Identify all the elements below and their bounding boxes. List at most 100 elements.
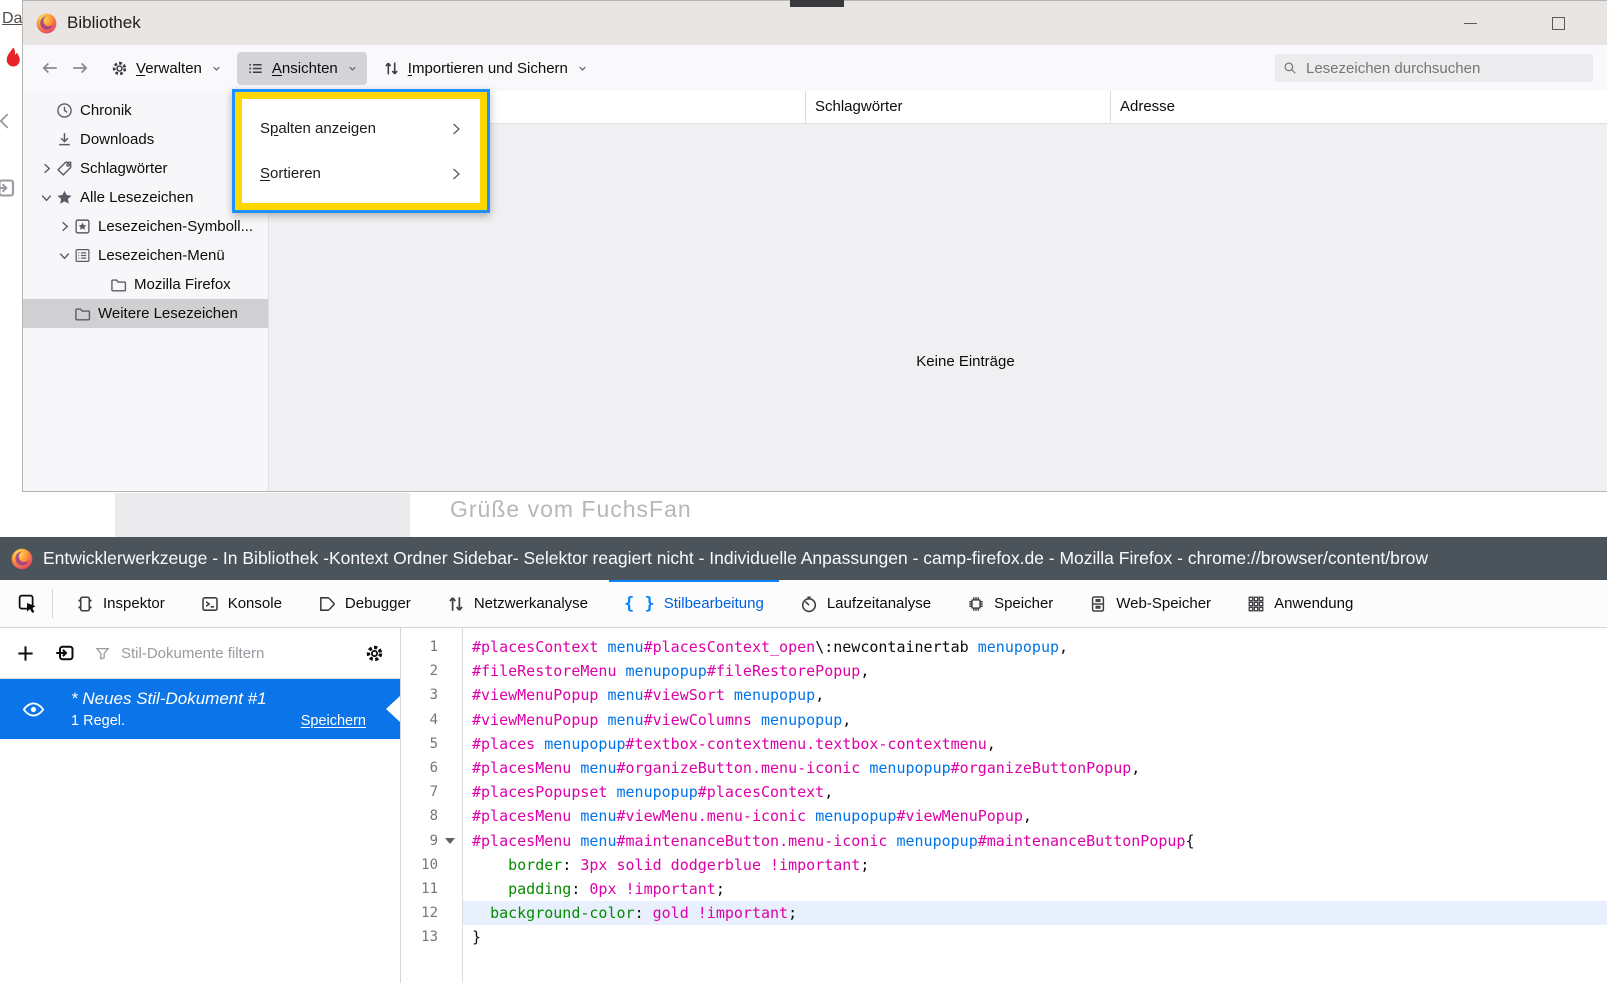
- css-source-editor[interactable]: 12345678910111213 #placesContext menu#pl…: [401, 628, 1607, 983]
- sidebar-item-weitere-lesezeichen[interactable]: Weitere Lesezeichen: [23, 299, 268, 328]
- line-number[interactable]: 1: [401, 635, 462, 659]
- code-line-6[interactable]: #placesMenu menu#organizeButton.menu-ico…: [463, 756, 1607, 780]
- chevron-down-icon: [348, 64, 357, 73]
- back-button[interactable]: [35, 59, 65, 77]
- column-separator[interactable]: [1110, 91, 1111, 123]
- code-line-11[interactable]: padding: 0px !important;: [463, 877, 1607, 901]
- import-export-arrows-icon: [383, 60, 400, 77]
- code-line-2[interactable]: #fileRestoreMenu menupopup#fileRestorePo…: [463, 659, 1607, 683]
- devtools-window-title: Entwicklerwerkzeuge - In Bibliothek -Kon…: [43, 548, 1428, 569]
- expander-spacer: [93, 277, 110, 293]
- tab-inspektor[interactable]: Inspektor: [61, 580, 180, 627]
- chevron-down-icon[interactable]: [39, 190, 56, 206]
- background-window-strip: [0, 0, 22, 537]
- chevron-down-icon[interactable]: [57, 248, 74, 264]
- code-line-12[interactable]: background-color: gold !important;: [463, 901, 1607, 925]
- line-number[interactable]: 2: [401, 659, 462, 683]
- line-number[interactable]: 10: [401, 853, 462, 877]
- column-separator[interactable]: [805, 91, 806, 123]
- stylesheet-filter-box[interactable]: [95, 644, 345, 663]
- chevron-right-icon[interactable]: [57, 219, 74, 235]
- line-number[interactable]: 4: [401, 708, 462, 732]
- line-number[interactable]: 6: [401, 756, 462, 780]
- tab-speicher[interactable]: Speicher: [952, 580, 1068, 627]
- tab-label: Web-Speicher: [1116, 595, 1211, 612]
- tag-icon: [56, 160, 73, 177]
- submenu-chevron-right-icon: [448, 166, 464, 182]
- menu-item-sort[interactable]: Sortieren: [242, 151, 480, 196]
- sidebar-item-lesezeichen-symboll-[interactable]: Lesezeichen-Symboll...: [23, 212, 268, 241]
- sidebar-item-label: Chronik: [80, 102, 132, 119]
- memory-icon: [967, 595, 985, 613]
- save-link[interactable]: Speichern: [301, 713, 366, 729]
- folder-icon: [110, 276, 127, 293]
- tab-netzwerkanalyse[interactable]: Netzwerkanalyse: [432, 580, 603, 627]
- line-number[interactable]: 12: [401, 901, 462, 925]
- tab-laufzeitanalyse[interactable]: Laufzeitanalyse: [785, 580, 946, 627]
- application-icon: [1247, 595, 1265, 613]
- menu-item-show-columns[interactable]: Spalten anzeigen: [242, 106, 480, 151]
- visibility-eye-icon[interactable]: [22, 698, 45, 721]
- braces-icon: { }: [624, 594, 655, 614]
- stylesheet-filter-input[interactable]: [119, 644, 345, 663]
- tab-label: Konsole: [228, 595, 282, 612]
- sidebar-item-mozilla-firefox[interactable]: Mozilla Firefox: [23, 270, 268, 299]
- inspector-icon: [76, 595, 94, 613]
- expander-spacer: [57, 306, 74, 322]
- line-number[interactable]: 5: [401, 732, 462, 756]
- chevron-right-icon[interactable]: [39, 161, 56, 177]
- tab-web-speicher[interactable]: Web-Speicher: [1074, 580, 1226, 627]
- line-number[interactable]: 11: [401, 877, 462, 901]
- pick-element-button[interactable]: [6, 580, 50, 627]
- tab-konsole[interactable]: Konsole: [186, 580, 297, 627]
- views-menu-popup: Spalten anzeigenSortieren: [232, 89, 490, 213]
- line-number[interactable]: 7: [401, 780, 462, 804]
- tab-anwendung[interactable]: Anwendung: [1232, 580, 1368, 627]
- stylesheet-rule-count: 1 Regel.: [71, 713, 125, 729]
- devtools-window: Entwicklerwerkzeuge - In Bibliothek -Kon…: [0, 537, 1607, 983]
- import-backup-label: Importieren und Sichern: [408, 60, 568, 77]
- tab-label: Laufzeitanalyse: [827, 595, 931, 612]
- new-stylesheet-button[interactable]: [16, 644, 35, 663]
- manage-button[interactable]: Verwalten: [101, 52, 231, 85]
- import-stylesheet-button[interactable]: [55, 643, 75, 663]
- views-button[interactable]: Ansichten: [237, 52, 367, 85]
- code-line-5[interactable]: #places menupopup#textbox-contextmenu.te…: [463, 732, 1607, 756]
- import-backup-button[interactable]: Importieren und Sichern: [373, 52, 597, 85]
- code-line-7[interactable]: #placesPopupset menupopup#placesContext,: [463, 780, 1607, 804]
- performance-icon: [800, 595, 818, 613]
- forward-button[interactable]: [65, 59, 95, 77]
- maximize-button[interactable]: [1535, 1, 1581, 45]
- code-line-1[interactable]: #placesContext menu#placesContext_open\:…: [463, 635, 1607, 659]
- code-line-10[interactable]: border: 3px solid dodgerblue !important;: [463, 853, 1607, 877]
- style-editor-options-gear-icon[interactable]: [365, 644, 384, 663]
- sidebar-item-label: Lesezeichen-Menü: [98, 247, 225, 264]
- column-header-tags[interactable]: Schlagwörter: [815, 98, 903, 115]
- code-line-4[interactable]: #viewMenuPopup menu#viewColumns menupopu…: [463, 708, 1607, 732]
- minimize-button[interactable]: [1447, 1, 1493, 45]
- manage-label: Verwalten: [136, 60, 202, 77]
- code-line-3[interactable]: #viewMenuPopup menu#viewSort menupopup,: [463, 683, 1607, 707]
- code-line-8[interactable]: #placesMenu menu#viewMenu.menu-iconic me…: [463, 804, 1607, 828]
- tab-stilbearbeitung[interactable]: { }Stilbearbeitung: [609, 580, 779, 627]
- line-number[interactable]: 8: [401, 804, 462, 828]
- line-number[interactable]: 13: [401, 925, 462, 949]
- stylesheet-list-item-selected[interactable]: * Neues Stil-Dokument #1 1 Regel. Speich…: [0, 679, 400, 739]
- tab-label: Inspektor: [103, 595, 165, 612]
- tab-debugger[interactable]: Debugger: [303, 580, 426, 627]
- sidebar-item-lesezeichen-men-[interactable]: Lesezeichen-Menü: [23, 241, 268, 270]
- devtools-titlebar: Entwicklerwerkzeuge - In Bibliothek -Kon…: [0, 537, 1607, 580]
- firefox-logo-icon: [11, 548, 33, 570]
- search-input[interactable]: [1304, 59, 1585, 78]
- code-area[interactable]: #placesContext menu#placesContext_open\:…: [463, 628, 1607, 983]
- line-number[interactable]: 9: [401, 829, 462, 853]
- star-box-icon: [74, 218, 91, 235]
- code-line-9[interactable]: #placesMenu menu#maintenanceButton.menu-…: [463, 829, 1607, 853]
- bookmark-search-box[interactable]: [1275, 54, 1593, 82]
- search-icon: [1283, 61, 1297, 75]
- console-icon: [201, 595, 219, 613]
- star-icon: [56, 189, 73, 206]
- column-header-address[interactable]: Adresse: [1120, 98, 1175, 115]
- code-line-13[interactable]: }: [463, 925, 1607, 949]
- line-number[interactable]: 3: [401, 683, 462, 707]
